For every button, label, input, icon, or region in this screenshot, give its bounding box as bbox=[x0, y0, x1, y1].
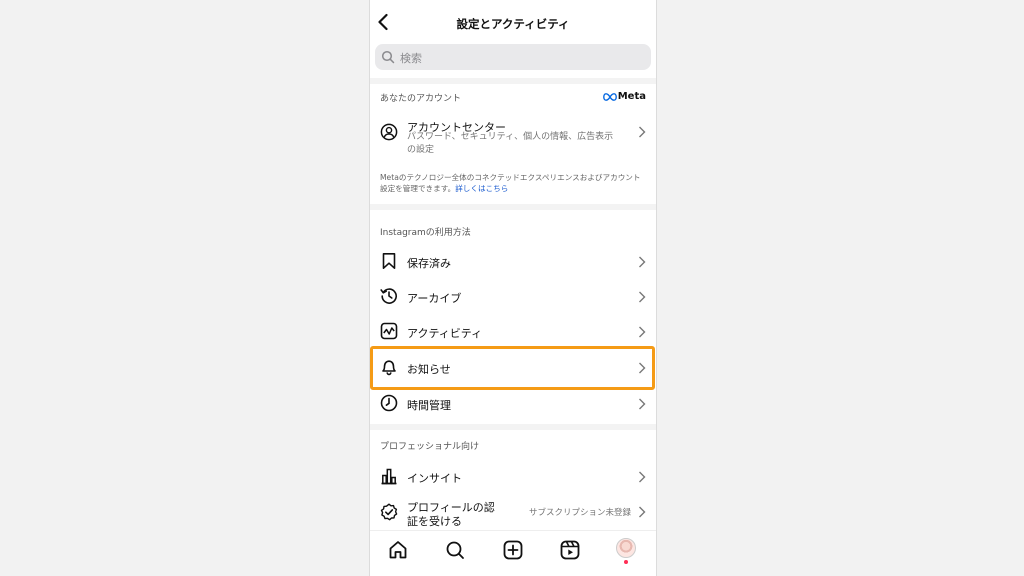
home-icon[interactable] bbox=[387, 539, 409, 561]
menu-item-label: アーカイブ bbox=[407, 292, 462, 305]
section-divider bbox=[370, 78, 656, 84]
chevron-right-icon bbox=[639, 256, 646, 268]
search-input[interactable]: 検索 bbox=[375, 44, 651, 70]
page-title: 設定とアクティビティ bbox=[456, 17, 570, 31]
menu-item-label: プロフィールの認証を受ける bbox=[407, 501, 495, 528]
notification-dot bbox=[624, 560, 628, 564]
section-divider bbox=[370, 204, 656, 210]
archive-history-icon bbox=[380, 288, 397, 304]
menu-item-archive[interactable]: アーカイブ bbox=[370, 287, 656, 307]
header: 設定とアクティビティ bbox=[370, 0, 656, 44]
menu-item-activity[interactable]: アクティビティ bbox=[370, 322, 656, 342]
meta-brand-text: Meta bbox=[617, 91, 646, 102]
reels-icon[interactable] bbox=[559, 539, 581, 561]
clock-icon bbox=[380, 394, 398, 412]
bookmark-icon bbox=[382, 253, 396, 269]
menu-item-label: 時間管理 bbox=[407, 399, 451, 412]
account-center-subtitle: パスワード、セキュリティ、個人の情報、広告表示の設定 bbox=[407, 132, 614, 155]
verified-badge-icon bbox=[380, 503, 398, 521]
menu-item-time-management[interactable]: 時間管理 bbox=[370, 394, 656, 414]
user-circle-icon bbox=[380, 123, 398, 141]
chevron-right-icon bbox=[639, 398, 646, 410]
menu-item-label: アクティビティ bbox=[407, 327, 483, 340]
subscription-status: サブスクリプション未登録 bbox=[528, 508, 631, 518]
menu-item-insights[interactable]: インサイト bbox=[370, 467, 656, 487]
meta-infinity-icon bbox=[602, 92, 617, 101]
activity-chart-icon bbox=[380, 322, 398, 340]
search-placeholder: 検索 bbox=[400, 52, 422, 65]
profile-avatar[interactable] bbox=[616, 538, 636, 558]
chevron-right-icon bbox=[639, 291, 646, 303]
chevron-right-icon bbox=[639, 471, 646, 483]
bar-chart-icon bbox=[381, 468, 397, 485]
section-divider bbox=[370, 424, 656, 430]
chevron-right-icon bbox=[639, 126, 646, 138]
menu-item-label: インサイト bbox=[407, 472, 462, 485]
section-title-account: あなたのアカウント bbox=[380, 94, 462, 104]
chevron-right-icon bbox=[639, 326, 646, 338]
account-note: Metaのテクノロジー全体のコネクテッドエクスペリエンスおよびアカウント設定を管… bbox=[380, 172, 648, 194]
meta-logo: Meta bbox=[602, 91, 646, 102]
menu-item-label: 保存済み bbox=[407, 257, 451, 270]
chevron-right-icon bbox=[639, 506, 646, 518]
create-icon[interactable] bbox=[502, 539, 524, 561]
menu-item-saved[interactable]: 保存済み bbox=[370, 252, 656, 272]
section-title-usage: Instagramの利用方法 bbox=[380, 228, 471, 238]
search-icon bbox=[381, 50, 395, 64]
account-note-text: Metaのテクノロジー全体のコネクテッドエクスペリエンスおよびアカウント設定を管… bbox=[380, 173, 641, 193]
highlight-box bbox=[370, 346, 655, 390]
learn-more-link[interactable]: 詳しくはこちら bbox=[455, 184, 508, 193]
bottom-tab-bar bbox=[370, 530, 656, 576]
settings-screen: 設定とアクティビティ 検索 あなたのアカウント Meta アカウントセンター パ… bbox=[369, 0, 657, 576]
search-icon[interactable] bbox=[444, 539, 466, 561]
section-title-professional: プロフェッショナル向け bbox=[380, 442, 480, 452]
